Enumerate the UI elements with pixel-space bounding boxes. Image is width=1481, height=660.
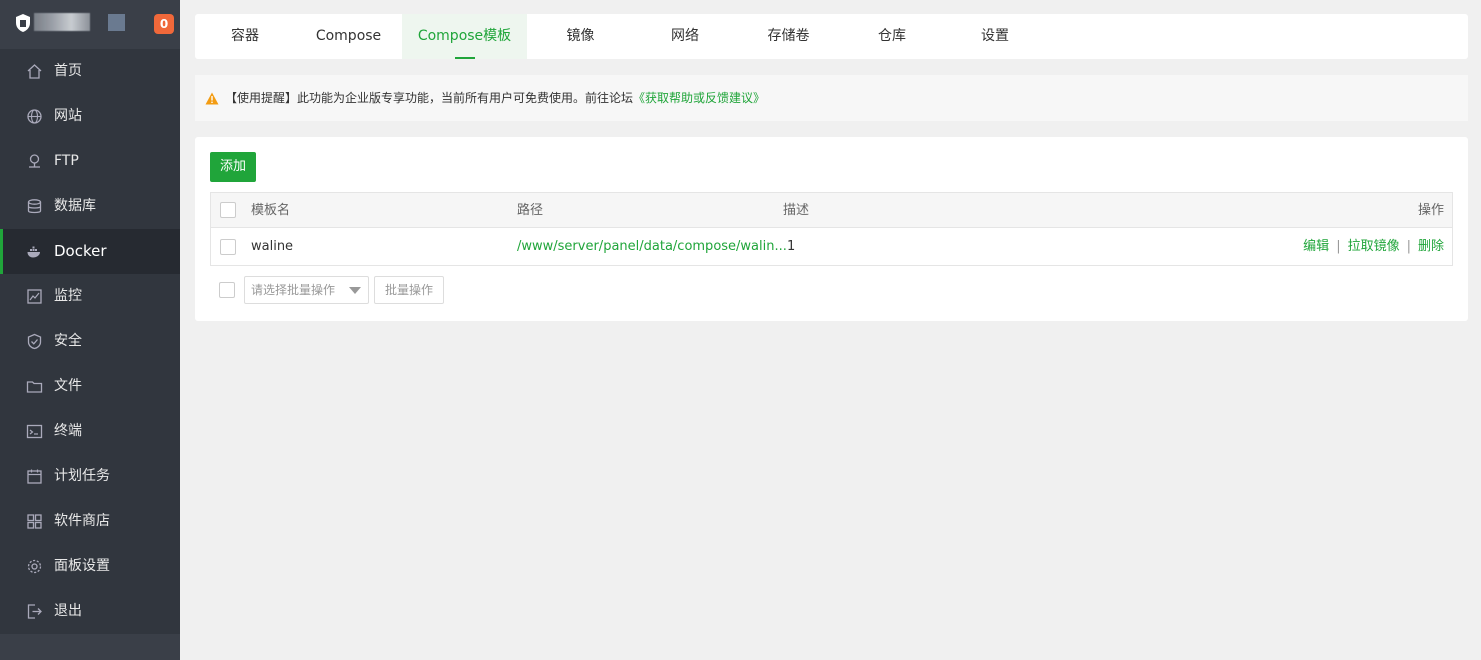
tab-registry[interactable]: 仓库 [841, 14, 943, 59]
gear-icon [26, 558, 43, 575]
folder-icon [26, 378, 43, 395]
batch-select-placeholder: 请选择批量操作 [251, 283, 336, 297]
docker-tabs: 容器 Compose Compose模板 镜像 网络 存储卷 仓库 设置 [195, 14, 1468, 59]
shield-icon [26, 333, 43, 350]
notice-text: 【使用提醒】此功能为企业版专享功能，当前所有用户可免费使用。前往论坛 [225, 91, 634, 105]
chevron-down-icon [349, 287, 361, 294]
sidebar-item-files[interactable]: 文件 [0, 364, 180, 409]
batch-action-select[interactable]: 请选择批量操作 [244, 276, 369, 304]
batch-action-button[interactable]: 批量操作 [374, 276, 444, 304]
ftp-icon [26, 153, 43, 170]
header-path: 路径 [517, 203, 544, 218]
header-name: 模板名 [251, 203, 291, 218]
notification-badge[interactable]: 0 [154, 14, 174, 34]
row-checkbox[interactable] [220, 239, 236, 255]
tab-settings[interactable]: 设置 [943, 14, 1047, 59]
warning-icon [205, 92, 219, 105]
monitor-icon [26, 288, 43, 305]
sidebar-item-label: 面板设置 [54, 558, 110, 574]
sidebar-item-security[interactable]: 安全 [0, 319, 180, 364]
add-template-button[interactable]: 添加 [210, 152, 256, 182]
sidebar-item-monitor[interactable]: 监控 [0, 274, 180, 319]
template-table: 模板名 路径 描述 操作 waline /www/server/panel/da… [210, 192, 1453, 266]
calendar-icon [26, 468, 43, 485]
usage-notice: 【使用提醒】此功能为企业版专享功能，当前所有用户可免费使用。前往论坛《获取帮助或… [195, 75, 1468, 121]
header-desc: 描述 [783, 203, 810, 218]
sidebar-item-label: 监控 [54, 288, 82, 304]
docker-icon [26, 243, 43, 260]
sidebar-item-label: 终端 [54, 423, 82, 439]
sidebar-item-ftp[interactable]: FTP [0, 139, 180, 184]
sidebar-item-app-store[interactable]: 软件商店 [0, 499, 180, 544]
row-actions: 编辑 | 拉取镜像 | 删除 [1303, 229, 1444, 265]
brand-bar: 0 [0, 0, 180, 49]
tab-volumes[interactable]: 存储卷 [736, 14, 841, 59]
sidebar-item-home[interactable]: 首页 [0, 49, 180, 94]
forum-help-link[interactable]: 《获取帮助或反馈建议》 [633, 91, 765, 105]
sidebar-item-label: Docker [54, 242, 107, 260]
batch-toolbar: 请选择批量操作 批量操作 [210, 276, 610, 304]
shield-logo-icon [16, 14, 30, 32]
sidebar-item-label: 退出 [54, 603, 82, 619]
logout-icon [26, 603, 43, 620]
grid-icon [26, 513, 43, 530]
table-row: waline /www/server/panel/data/compose/wa… [211, 229, 1452, 265]
separator: | [1336, 239, 1341, 254]
tab-compose[interactable]: Compose [295, 14, 402, 59]
edit-link[interactable]: 编辑 [1303, 239, 1329, 254]
globe-icon [26, 108, 43, 125]
sidebar-item-docker[interactable]: Docker [0, 229, 180, 274]
sidebar-item-label: 文件 [54, 378, 82, 394]
sidebar-menu: 首页 网站 FTP 数据库 Docker 监控 安全 文件 终端 计划任务 软件… [0, 49, 180, 634]
sidebar-item-label: 计划任务 [54, 468, 110, 484]
separator: | [1406, 239, 1411, 254]
pull-image-link[interactable]: 拉取镜像 [1348, 239, 1400, 254]
batch-select-all-checkbox[interactable] [219, 282, 235, 298]
sidebar-item-terminal[interactable]: 终端 [0, 409, 180, 454]
sidebar-item-label: 安全 [54, 333, 82, 349]
sidebar-item-label: 首页 [54, 63, 82, 79]
header-ops: 操作 [1417, 203, 1444, 218]
template-desc: 1 [787, 239, 796, 254]
sidebar-item-label: 网站 [54, 108, 82, 124]
tab-compose-templates[interactable]: Compose模板 [402, 14, 527, 59]
tab-containers[interactable]: 容器 [195, 14, 295, 59]
tab-images[interactable]: 镜像 [527, 14, 634, 59]
sidebar-item-cron[interactable]: 计划任务 [0, 454, 180, 499]
notice-text-wrap: 【使用提醒】此功能为企业版专享功能，当前所有用户可免费使用。前往论坛《获取帮助或… [225, 75, 765, 121]
sidebar-item-panel-settings[interactable]: 面板设置 [0, 544, 180, 589]
sidebar-item-website[interactable]: 网站 [0, 94, 180, 139]
template-path[interactable]: /www/server/panel/data/compose/walin... [517, 229, 787, 265]
sidebar-item-logout[interactable]: 退出 [0, 589, 180, 634]
server-name-blurred [34, 13, 90, 31]
sidebar-item-label: 数据库 [54, 198, 96, 214]
home-icon [26, 63, 43, 80]
sidebar-item-label: FTP [54, 153, 79, 169]
delete-link[interactable]: 删除 [1418, 239, 1444, 254]
terminal-icon [26, 423, 43, 440]
tab-networks[interactable]: 网络 [634, 14, 736, 59]
template-name: waline [251, 239, 294, 254]
database-icon [26, 198, 43, 215]
sidebar: 0 首页 网站 FTP 数据库 Docker 监控 安全 文件 终端 计划任务 … [0, 0, 180, 660]
server-ip-blurred [108, 14, 125, 31]
template-panel: 添加 模板名 路径 描述 操作 waline /www/server/panel… [195, 137, 1468, 321]
select-all-checkbox[interactable] [220, 202, 236, 218]
sidebar-item-label: 软件商店 [54, 513, 110, 529]
sidebar-item-database[interactable]: 数据库 [0, 184, 180, 229]
table-header: 模板名 路径 描述 操作 [211, 193, 1452, 228]
